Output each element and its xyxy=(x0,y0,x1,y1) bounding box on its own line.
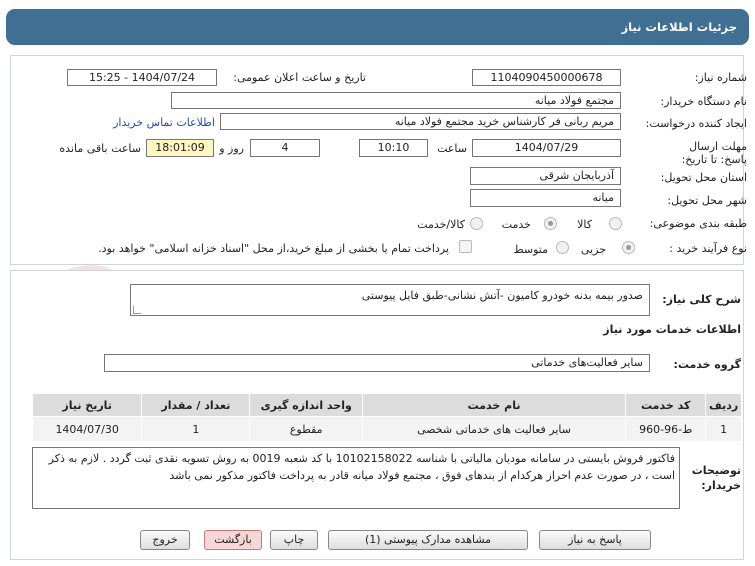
time-remaining-label: ساعت باقی مانده xyxy=(59,142,141,155)
service-group-field: سایر فعالیت‌های خدماتی xyxy=(104,354,650,372)
days-label: روز و xyxy=(219,142,244,155)
cell-unit: مقطوع xyxy=(249,416,363,442)
province-label: استان محل تحویل: xyxy=(660,171,747,184)
category-label: طبقه بندی موضوعی: xyxy=(649,217,747,230)
category-goods-radio[interactable] xyxy=(609,217,622,230)
process-medium-radio[interactable] xyxy=(556,241,569,254)
category-goods-label: کالا xyxy=(577,218,592,231)
need-number-field: 1104090450000678 xyxy=(472,69,621,86)
time-remaining-field: 18:01:09 xyxy=(146,139,214,157)
deadline-time-label: ساعت xyxy=(437,142,467,155)
treasury-payment-checkbox[interactable] xyxy=(459,240,472,253)
category-both-radio[interactable] xyxy=(470,217,483,230)
city-field: میانه xyxy=(470,189,621,207)
process-medium-label: متوسط xyxy=(513,243,548,256)
days-remaining-field: 4 xyxy=(250,139,320,157)
deadline-time-field: 10:10 xyxy=(359,139,428,157)
buyer-contact-link[interactable]: اطلاعات تماس خریدار xyxy=(113,116,215,129)
services-title: اطلاعات خدمات مورد نیاز xyxy=(603,323,741,336)
buyer-notes-field: فاکتور فروش بایستی در سامانه مودیان مالی… xyxy=(32,447,680,509)
announce-label: تاریخ و ساعت اعلان عمومی: xyxy=(233,71,366,84)
resize-handle[interactable] xyxy=(133,306,141,314)
print-button[interactable]: چاپ xyxy=(270,530,318,550)
creator-field: مریم ربانی فر کارشناس خرید مجتمع فولاد م… xyxy=(220,113,621,130)
city-label: شهر محل تحویل: xyxy=(667,194,747,207)
treasury-payment-note: پرداخت تمام یا بخشی از مبلغ خرید،از محل … xyxy=(98,242,449,255)
buyer-notes-label: توضیحات خریدار: xyxy=(691,464,741,492)
creator-label: ایجاد کننده درخواست: xyxy=(645,117,747,130)
cell-service-name: سایر فعالیت های خدماتی شخصی xyxy=(361,416,627,442)
province-field: آذربایجان شرقی xyxy=(470,167,621,185)
deadline-label: مهلت ارسال پاسخ: تا تاریخ: xyxy=(681,140,747,166)
process-minor-radio[interactable] xyxy=(622,241,635,254)
table-header-row: ردیف کد خدمت نام خدمت واحد اندازه گیری ت… xyxy=(31,393,742,417)
page-header: جزئیات اطلاعات نیاز xyxy=(6,9,749,45)
col-service-name: نام خدمت xyxy=(361,393,627,417)
cell-row: 1 xyxy=(705,416,742,442)
back-button[interactable]: بازگشت xyxy=(204,530,262,550)
table-row: 1 ط-96-960 سایر فعالیت های خدماتی شخصی م… xyxy=(31,416,742,442)
col-service-code: کد خدمت xyxy=(625,393,707,417)
category-service-radio[interactable] xyxy=(544,217,557,230)
cell-service-code: ط-96-960 xyxy=(625,416,707,442)
deadline-date-field: 1404/07/29 xyxy=(472,139,621,157)
col-unit: واحد اندازه گیری xyxy=(249,393,363,417)
service-group-label: گروه خدمت: xyxy=(673,358,741,371)
need-info-panel xyxy=(10,55,744,265)
announce-field: 1404/07/24 - 15:25 xyxy=(67,69,217,86)
category-service-label: خدمت xyxy=(501,218,531,231)
col-quantity: تعداد / مقدار xyxy=(141,393,251,417)
category-both-label: کالا/خدمت xyxy=(417,218,465,231)
process-minor-label: جزیی xyxy=(580,243,606,256)
attachments-button[interactable]: مشاهده مدارک پیوستی (1) xyxy=(328,530,528,550)
reply-button[interactable]: پاسخ به نیاز xyxy=(539,530,651,550)
exit-button[interactable]: خروج xyxy=(140,530,190,550)
services-table: ردیف کد خدمت نام خدمت واحد اندازه گیری ت… xyxy=(31,393,742,442)
purchase-process-label: نوع فرآیند خرید : xyxy=(669,242,747,255)
summary-field: صدور بیمه بدنه خودرو کامیون -آتش نشانی-ط… xyxy=(130,284,650,316)
cell-quantity: 1 xyxy=(141,416,251,442)
cell-need-date: 1404/07/30 xyxy=(31,416,143,442)
buyer-org-label: نام دستگاه خریدار: xyxy=(660,95,747,108)
need-number-label: شماره نیاز: xyxy=(694,71,747,84)
col-need-date: تاریخ نیاز xyxy=(31,393,143,417)
buyer-org-field: مجتمع فولاد میانه xyxy=(171,92,621,109)
summary-label: شرح کلی نیاز: xyxy=(662,293,741,306)
col-row: ردیف xyxy=(705,393,742,417)
